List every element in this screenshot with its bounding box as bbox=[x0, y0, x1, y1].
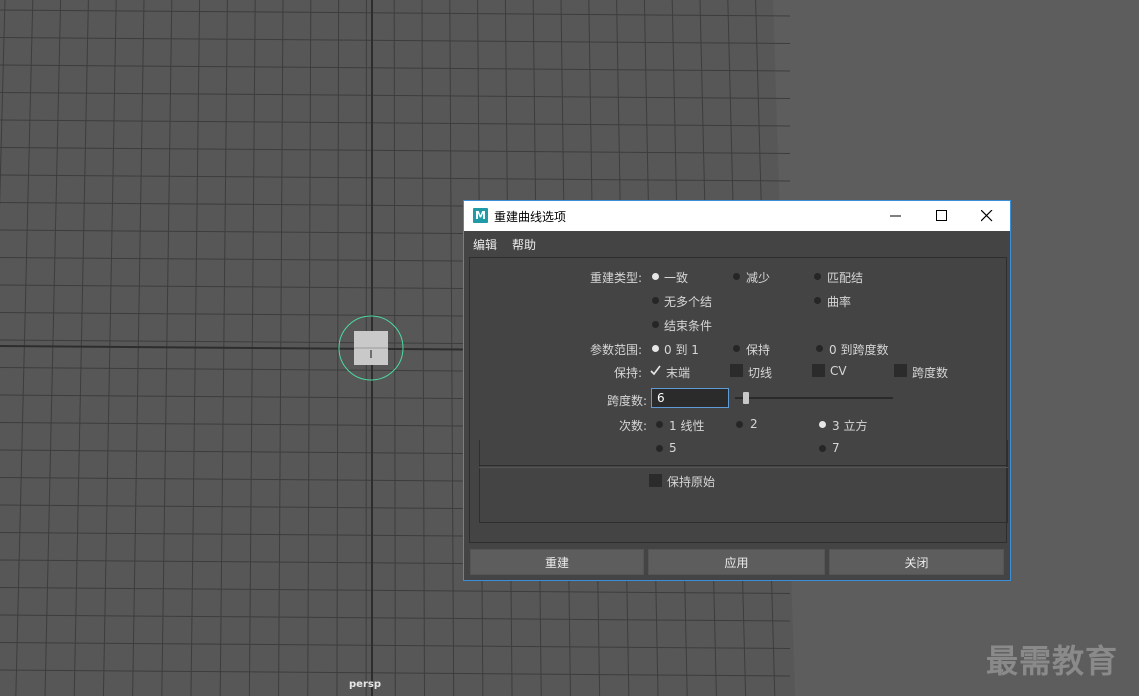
option-0-to-spans[interactable]: 0 到跨度数 bbox=[829, 341, 888, 358]
camera-label: persp bbox=[349, 679, 381, 690]
option-match-knots[interactable]: 匹配结 bbox=[827, 269, 863, 286]
rebuild-curve-options-dialog: M 重建曲线选项 编辑 帮助 重建类型: 一致 减少 匹配结 无多个结 曲率 结… bbox=[463, 200, 1011, 581]
close-button[interactable]: 关闭 bbox=[829, 549, 1004, 575]
radio-0-to-spans[interactable] bbox=[816, 345, 823, 352]
option-keep-original[interactable]: 保持原始 bbox=[667, 473, 715, 490]
title-bar[interactable]: M 重建曲线选项 bbox=[464, 201, 1010, 231]
radio-0-to-1[interactable] bbox=[652, 345, 659, 352]
radio-degree-7[interactable] bbox=[819, 445, 826, 452]
option-end-conditions[interactable]: 结束条件 bbox=[664, 317, 712, 334]
radio-no-multiple-knots[interactable] bbox=[652, 297, 659, 304]
close-window-button[interactable] bbox=[964, 201, 1010, 231]
option-degree-1[interactable]: 1 线性 bbox=[669, 417, 704, 434]
option-tangents[interactable]: 切线 bbox=[748, 364, 772, 381]
watermark: 最需教育 bbox=[986, 642, 1119, 680]
option-reduce[interactable]: 减少 bbox=[746, 269, 770, 286]
spans-degree-group bbox=[479, 440, 1008, 523]
option-no-multiple-knots[interactable]: 无多个结 bbox=[664, 293, 712, 310]
dialog-title: 重建曲线选项 bbox=[494, 210, 567, 224]
option-keep-range[interactable]: 保持 bbox=[746, 341, 770, 358]
rebuild-type-label: 重建类型: bbox=[589, 271, 642, 285]
radio-keep-range[interactable] bbox=[733, 345, 740, 352]
radio-end-conditions[interactable] bbox=[652, 321, 659, 328]
menu-edit[interactable]: 编辑 bbox=[473, 236, 497, 253]
option-degree-3[interactable]: 3 立方 bbox=[832, 417, 867, 434]
checkbox-ends[interactable] bbox=[649, 364, 662, 377]
spans-input[interactable] bbox=[651, 388, 729, 408]
option-uniform[interactable]: 一致 bbox=[664, 269, 688, 286]
radio-match-knots[interactable] bbox=[814, 273, 821, 280]
radio-degree-2[interactable] bbox=[736, 421, 743, 428]
apply-button[interactable]: 应用 bbox=[648, 549, 825, 575]
radio-curvature[interactable] bbox=[814, 297, 821, 304]
checkbox-tangents[interactable] bbox=[730, 364, 743, 377]
option-degree-5[interactable]: 5 bbox=[669, 441, 677, 455]
radio-uniform[interactable] bbox=[652, 273, 659, 280]
menu-bar: 编辑 帮助 bbox=[464, 231, 1010, 253]
maya-app-icon: M bbox=[473, 208, 488, 223]
checkbox-keep-original[interactable] bbox=[649, 474, 662, 487]
minimize-button[interactable] bbox=[873, 201, 919, 231]
radio-degree-1[interactable] bbox=[656, 421, 663, 428]
close-icon bbox=[981, 210, 993, 222]
option-cvs[interactable]: CV bbox=[830, 364, 847, 378]
option-degree-2[interactable]: 2 bbox=[750, 417, 758, 431]
spans-label: 跨度数: bbox=[606, 394, 647, 408]
degree-label: 次数: bbox=[618, 419, 647, 433]
radio-degree-5[interactable] bbox=[656, 445, 663, 452]
rebuild-button[interactable]: 重建 bbox=[470, 549, 644, 575]
option-curvature[interactable]: 曲率 bbox=[827, 293, 851, 310]
keep-label: 保持: bbox=[613, 366, 642, 380]
spans-slider-handle[interactable] bbox=[743, 392, 749, 404]
checkbox-cvs[interactable] bbox=[812, 364, 825, 377]
option-degree-7[interactable]: 7 bbox=[832, 441, 840, 455]
option-num-spans[interactable]: 跨度数 bbox=[912, 364, 948, 381]
param-range-label: 参数范围: bbox=[589, 343, 642, 357]
options-panel: 重建类型: 一致 减少 匹配结 无多个结 曲率 结束条件 参数范围: 0 到 1… bbox=[469, 257, 1008, 543]
option-ends[interactable]: 末端 bbox=[666, 364, 690, 381]
spans-slider-track[interactable] bbox=[735, 397, 893, 399]
group-separator bbox=[479, 465, 1008, 466]
minimize-icon bbox=[890, 215, 901, 217]
option-0-to-1[interactable]: 0 到 1 bbox=[664, 341, 699, 358]
maximize-icon bbox=[936, 210, 947, 221]
radio-degree-3[interactable] bbox=[819, 421, 826, 428]
checkmark-icon bbox=[650, 365, 661, 376]
group-separator-highlight bbox=[479, 467, 1008, 468]
radio-reduce[interactable] bbox=[733, 273, 740, 280]
menu-help[interactable]: 帮助 bbox=[512, 236, 536, 253]
checkbox-num-spans[interactable] bbox=[894, 364, 907, 377]
maximize-button[interactable] bbox=[919, 201, 965, 231]
